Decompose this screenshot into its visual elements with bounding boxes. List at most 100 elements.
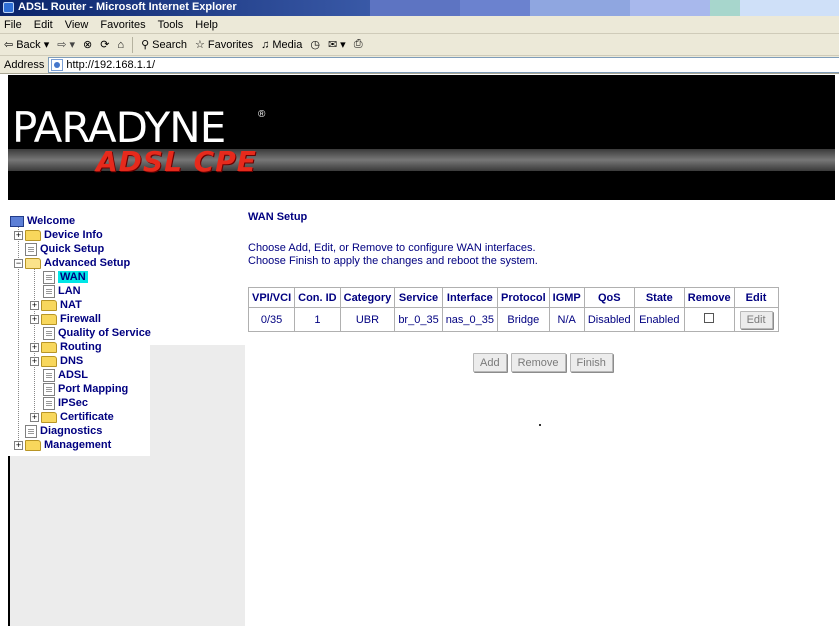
stop-button[interactable]: ⊗ <box>83 38 92 51</box>
nav-nat[interactable]: + NAT <box>30 298 82 312</box>
forward-arrow-icon: ⇨ <box>57 39 67 51</box>
col-state: State <box>633 287 685 308</box>
nav-management-label: Management <box>44 439 112 451</box>
expand-icon[interactable]: + <box>30 300 39 310</box>
col-category: Category <box>339 287 396 308</box>
title-bar-block <box>630 0 710 16</box>
mail-button[interactable]: ✉ ▾ <box>328 38 346 51</box>
edit-button[interactable]: Edit <box>739 310 773 329</box>
description-line: Choose Finish to apply the changes and r… <box>248 255 538 267</box>
col-igmp: IGMP <box>548 287 585 308</box>
expand-icon[interactable]: + <box>30 314 39 324</box>
nav-firewall[interactable]: + Firewall <box>30 312 101 326</box>
remove-button[interactable]: Remove <box>510 353 566 372</box>
menu-tools[interactable]: Tools <box>158 19 184 31</box>
title-bar-block <box>530 0 630 16</box>
nav-dns[interactable]: + DNS <box>30 354 83 368</box>
expand-icon[interactable]: + <box>30 342 39 352</box>
menu-view[interactable]: View <box>65 19 89 31</box>
media-icon: ♫ <box>261 38 270 51</box>
nav-lan[interactable]: LAN <box>40 284 81 298</box>
history-button[interactable]: ◷ <box>310 38 320 51</box>
folder-icon <box>25 439 41 451</box>
back-label: Back <box>16 38 41 51</box>
nav-device-info-label: Device Info <box>44 229 103 241</box>
page-icon <box>43 368 55 382</box>
menu-favorites[interactable]: Favorites <box>100 19 145 31</box>
nav-adsl[interactable]: ADSL <box>40 368 88 382</box>
menu-file[interactable]: File <box>4 19 22 31</box>
nav-port-mapping[interactable]: Port Mapping <box>40 382 128 396</box>
nav-nat-label: NAT <box>60 299 82 311</box>
menu-edit[interactable]: Edit <box>34 19 53 31</box>
mail-icon: ✉ <box>327 39 338 51</box>
folder-icon <box>41 341 57 353</box>
nav-wan[interactable]: WAN <box>40 270 88 284</box>
action-buttons: Add Remove Finish <box>473 353 613 372</box>
nav-quick-setup[interactable]: Quick Setup <box>22 242 104 256</box>
ie-icon <box>3 1 14 13</box>
collapse-icon[interactable]: − <box>14 258 23 268</box>
expand-icon[interactable]: + <box>14 230 23 240</box>
home-button[interactable]: ⌂ <box>117 39 124 51</box>
media-button[interactable]: ♫ Media <box>261 39 302 51</box>
cell-category: UBR <box>339 307 396 332</box>
address-bar: Address http://192.168.1.1/ ▼ ➚ <box>0 56 839 74</box>
refresh-button[interactable]: ⟳ <box>100 38 109 51</box>
table-header-row: VPI/VCI Con. ID Category Service Interfa… <box>247 287 779 308</box>
print-button[interactable]: ⎙ <box>354 38 363 51</box>
wan-table: VPI/VCI Con. ID Category Service Interfa… <box>247 287 779 332</box>
search-button[interactable]: ⚲ Search <box>141 38 187 52</box>
back-button[interactable]: ⇦ Back ▾ <box>4 38 50 52</box>
print-icon: ⎙ <box>353 38 363 50</box>
page-icon <box>51 58 64 71</box>
title-bar-block <box>710 0 740 16</box>
forward-button[interactable]: ⇨ ▾ <box>57 38 75 51</box>
registered-mark: ® <box>258 109 266 120</box>
finish-button[interactable]: Finish <box>569 353 613 372</box>
address-input[interactable]: http://192.168.1.1/ ▼ <box>48 56 839 73</box>
nav-device-info[interactable]: + Device Info <box>14 228 103 242</box>
nav-routing[interactable]: + Routing <box>30 340 102 354</box>
nav-background-block <box>150 345 245 626</box>
add-button[interactable]: Add <box>473 353 507 372</box>
nav-diagnostics[interactable]: Diagnostics <box>22 424 102 438</box>
description-line: Choose Add, Edit, or Remove to configure… <box>248 242 536 254</box>
page-icon <box>43 284 55 298</box>
chevron-down-icon: ▾ <box>340 39 346 51</box>
remove-checkbox[interactable] <box>704 313 715 323</box>
nav-port-mapping-label: Port Mapping <box>58 383 129 395</box>
nav-firewall-label: Firewall <box>60 313 101 325</box>
chevron-down-icon: ▾ <box>43 39 50 51</box>
expand-icon[interactable]: + <box>14 440 23 450</box>
router-banner: PARADYNE ® ADSL CPE <box>8 75 835 200</box>
title-bar-block <box>740 0 839 16</box>
nav-ipsec[interactable]: IPSec <box>40 396 88 410</box>
cell-vpi-vci: 0/35 <box>247 307 296 332</box>
adsl-cpe-logo: ADSL CPE <box>96 145 257 178</box>
cell-qos: Disabled <box>583 307 635 332</box>
menu-bar: File Edit View Favorites Tools Help <box>0 16 839 34</box>
folder-icon <box>41 299 57 311</box>
col-interface: Interface <box>441 287 499 308</box>
menu-help[interactable]: Help <box>195 19 218 31</box>
folder-icon <box>41 313 57 325</box>
nav-rail <box>8 456 10 626</box>
nav-advanced-setup[interactable]: − Advanced Setup <box>14 256 130 270</box>
open-folder-icon <box>25 257 41 269</box>
col-protocol: Protocol <box>497 287 550 308</box>
nav-dns-label: DNS <box>60 355 84 367</box>
expand-icon[interactable]: + <box>30 356 39 366</box>
nav-welcome[interactable]: Welcome <box>10 214 75 228</box>
expand-icon[interactable]: + <box>30 412 39 422</box>
page-icon <box>43 382 55 396</box>
nav-qos[interactable]: Quality of Service <box>40 326 151 340</box>
nav-management[interactable]: + Management <box>14 438 111 452</box>
col-con-id: Con. ID <box>294 287 341 308</box>
favorites-button[interactable]: ☆ Favorites <box>195 38 253 52</box>
cell-edit: Edit <box>733 307 779 332</box>
address-url: http://192.168.1.1/ <box>66 58 156 71</box>
cell-service: br_0_35 <box>394 307 443 332</box>
col-qos: QoS <box>583 287 635 308</box>
nav-certificate[interactable]: + Certificate <box>30 410 114 424</box>
